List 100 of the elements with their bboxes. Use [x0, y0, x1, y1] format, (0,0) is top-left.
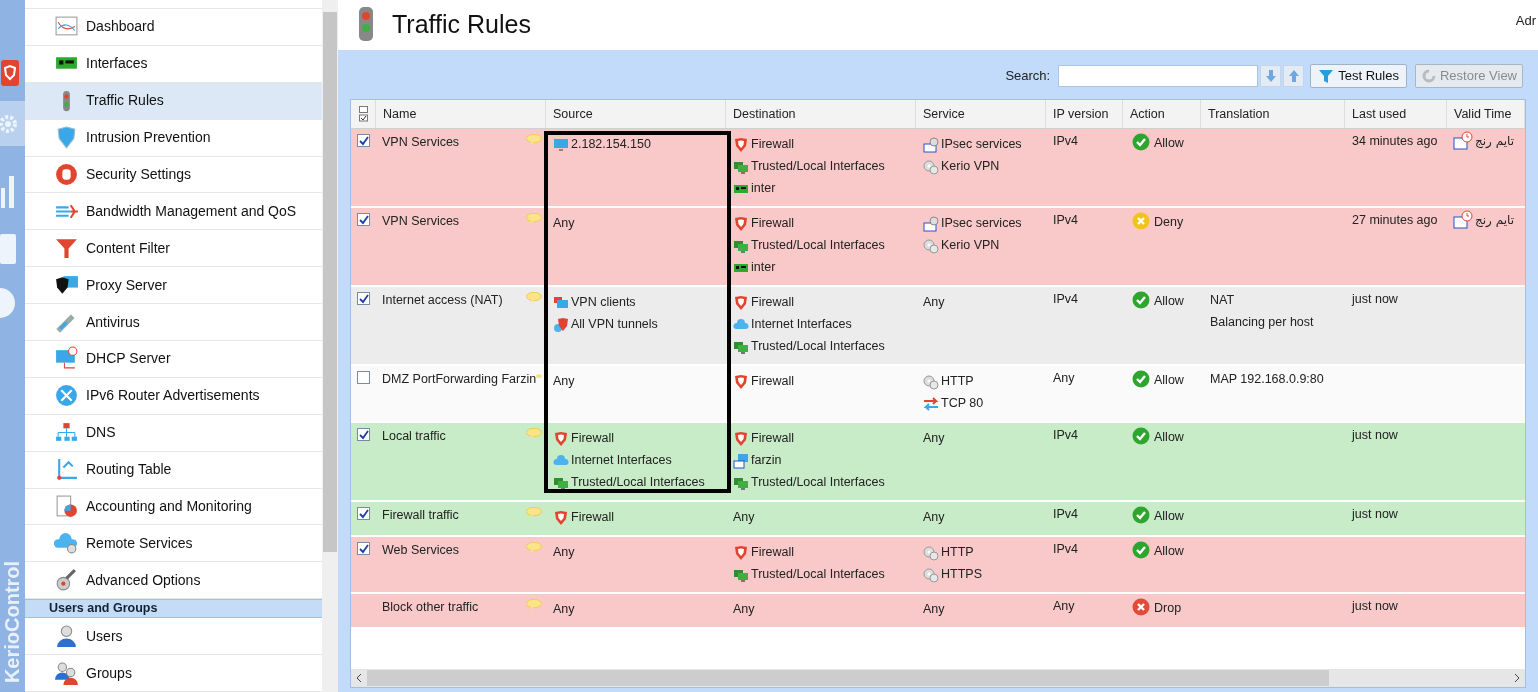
destination-entry: Firewall [751, 294, 795, 312]
checkbox[interactable] [357, 134, 370, 147]
ip-version: IPv4 [1053, 134, 1078, 148]
action-label: Allow [1154, 429, 1184, 446]
ip-version: Any [1053, 371, 1075, 385]
hand-icon [54, 161, 79, 187]
speech-bubble-icon [526, 542, 542, 553]
check-icon [358, 543, 369, 554]
up-arrow-icon [1288, 70, 1299, 82]
source-entry: Internet Interfaces [571, 452, 672, 470]
rule-name: VPN Services [382, 213, 460, 230]
traffic-light-icon [62, 88, 71, 113]
shield-icon [553, 430, 569, 447]
search-field[interactable] [1058, 65, 1259, 87]
source-entry: Firewall [571, 509, 615, 527]
action-label: Drop [1154, 600, 1182, 617]
destination-entry: Trusted/Local Interfaces [751, 566, 885, 584]
users-icon [54, 660, 79, 686]
column-header[interactable]: Action [1123, 100, 1201, 128]
action-label: Allow [1154, 508, 1184, 525]
column-header[interactable]: Source [546, 100, 726, 128]
column-header[interactable]: Destination [726, 100, 916, 128]
service-entry: HTTP [941, 373, 974, 391]
column-header[interactable]: IP version [1046, 100, 1123, 128]
shield-icon [733, 544, 749, 561]
service-group-icon [923, 136, 939, 153]
rule-row[interactable]: Firewall traffic Firewall Any Any IPv4 Allow just now [351, 502, 1525, 537]
calendar-clock-icon [1453, 210, 1473, 230]
speech-bubble-icon [526, 134, 542, 145]
source-entry: Any [553, 373, 575, 391]
gear-hammer-icon [54, 567, 79, 593]
service-entry: HTTPS [941, 566, 982, 584]
test-rules-button[interactable]: Test Rules [1310, 64, 1407, 88]
shield-icon [733, 430, 749, 447]
brand-label: KerioControl [0, 560, 25, 684]
source-entry: All VPN tunnels [571, 316, 658, 334]
destination-entry: Internet Interfaces [751, 316, 852, 334]
column-header[interactable]: Service [916, 100, 1046, 128]
service-entry: Any [923, 294, 945, 312]
column-header[interactable]: Translation [1201, 100, 1345, 128]
monitor-icon [553, 136, 569, 153]
checkbox[interactable] [357, 371, 370, 384]
user-icon [54, 623, 79, 649]
destination-entry: Firewall [751, 136, 795, 154]
cross-icon [1132, 212, 1150, 230]
source-entry: Any [553, 601, 575, 619]
check-icon [1132, 427, 1150, 445]
destination-entry: Trusted/Local Interfaces [751, 237, 885, 255]
gears-icon [923, 237, 939, 254]
valid-time: تایم رنج [1475, 212, 1515, 229]
column-header[interactable]: Last used [1345, 100, 1447, 128]
action-label: Allow [1154, 293, 1184, 310]
rule-row[interactable]: DMZ PortForwarding Farzin Any Firewall HTTP TCP 80 Any Allow MAP 192.168.0.9:80 [351, 366, 1525, 423]
destination-entry: Firewall [751, 544, 795, 562]
gears-icon [923, 544, 939, 561]
destination-entry: Trusted/Local Interfaces [751, 338, 885, 356]
gears-icon [923, 158, 939, 175]
service-entry: Any [923, 430, 945, 448]
action-label: Allow [1154, 135, 1184, 152]
rule-row[interactable]: Web Services Any Firewall Trusted/Local Interfaces HTTP HTTPS IPv4 Allow [351, 537, 1525, 594]
ip-version: Any [1053, 599, 1075, 613]
checkbox[interactable] [357, 542, 370, 555]
gears-icon [923, 373, 939, 390]
down-arrow-icon [1265, 70, 1276, 82]
rule-name: Internet access (NAT) [382, 292, 503, 309]
traffic-light-icon [358, 7, 374, 43]
ip-version: IPv4 [1053, 507, 1078, 521]
source-entry: Any [553, 544, 575, 562]
gears-icon [923, 566, 939, 583]
rule-row[interactable]: Block other traffic Any Any Any Any Drop just now [351, 594, 1525, 629]
column-header[interactable]: Valid Time [1447, 100, 1525, 128]
service-entry: Any [923, 601, 945, 619]
refresh-icon [1420, 68, 1437, 84]
speech-bubble-icon [526, 292, 542, 303]
bar-chart-icon [0, 176, 15, 208]
last-used: just now [1352, 428, 1398, 442]
gear-icon [0, 113, 18, 134]
rule-name: DMZ PortForwarding Farzin [382, 371, 537, 388]
service-entry: IPsec services [941, 136, 1022, 154]
last-used: just now [1352, 599, 1398, 613]
shield-icon [733, 215, 749, 232]
section-header: Users and Groups [25, 599, 322, 619]
vpn-client-icon [553, 294, 569, 311]
column-header[interactable]: Name [376, 100, 546, 128]
check-icon [358, 429, 369, 440]
rule-row[interactable]: Internet access (NAT) VPN clients All VPN tunnels Firewall Internet Interfaces Trusted/Local Interfaces Any IPv4 Allow NAT Balancing per host just now [351, 287, 1525, 366]
speech-bubble-icon [526, 599, 542, 610]
destination-entry: inter [751, 180, 776, 198]
rule-row[interactable]: Local traffic Firewall Internet Interfaces Trusted/Local Interfaces Firewall farzin Trusted/Local Interfaces Any IPv4 Allow just now [351, 423, 1525, 502]
checkboxes-icon [358, 106, 368, 122]
checkbox[interactable] [357, 213, 370, 226]
service-entry: IPsec services [941, 215, 1022, 233]
check-icon [358, 214, 369, 225]
checkbox[interactable] [357, 507, 370, 520]
checkbox[interactable] [357, 292, 370, 305]
sidebar-item[interactable]: Traffic Rules [25, 82, 322, 120]
checkbox[interactable] [357, 428, 370, 441]
cross-icon [1132, 598, 1150, 616]
rule-name: Block other traffic [382, 599, 479, 616]
check-icon [1132, 506, 1150, 524]
